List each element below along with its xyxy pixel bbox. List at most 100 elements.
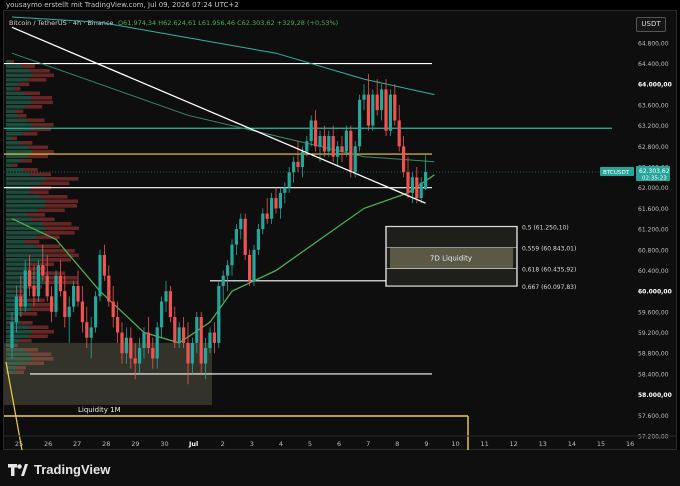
volume-profile-bar [6, 154, 30, 159]
volume-profile-bar [6, 145, 30, 150]
time-tick: 5 [308, 440, 312, 448]
volume-profile-bar [45, 199, 78, 204]
volume-profile-bar [6, 253, 47, 258]
price-tick: 58.800,00 [638, 351, 669, 358]
time-tick: 14 [568, 440, 576, 448]
volume-profile-bar [6, 159, 21, 163]
volume-profile-bar [6, 64, 22, 69]
volume-profile-bar [6, 334, 30, 339]
volume-profile-bar [20, 159, 32, 163]
time-tick: 3 [250, 440, 254, 448]
candle-body [32, 285, 36, 297]
candle-body [120, 332, 124, 354]
candle-body [19, 296, 23, 307]
ema-teal-line [11, 16, 435, 96]
volume-profile-bar [29, 334, 48, 339]
candle-body [230, 244, 234, 266]
candle-body [380, 89, 384, 111]
volume-profile-bar [46, 226, 79, 231]
volume-profile-bar [6, 141, 21, 145]
price-tick: 64.800,00 [638, 40, 669, 47]
candle-body [349, 130, 353, 173]
candle-body [239, 218, 243, 230]
volume-profile-bar [12, 136, 17, 141]
time-tick: 26 [44, 440, 52, 448]
volume-profile-bar [29, 154, 49, 159]
candle-body [415, 177, 419, 199]
price-chart[interactable]: Bitcoin / TetherUS · 4h · Binance O61.974… [0, 0, 680, 450]
candle-body [371, 94, 375, 126]
time-tick: 28 [102, 440, 110, 448]
candle-body [358, 99, 362, 147]
volume-profile-bar [20, 339, 32, 343]
candle-body [384, 89, 388, 131]
currency-button[interactable]: USDT [636, 17, 666, 32]
candle-body [10, 322, 14, 349]
volume-profile-bar [6, 91, 25, 96]
volume-profile-bar [23, 132, 38, 136]
candle-body [300, 151, 304, 168]
volume-profile-bar [6, 325, 30, 330]
volume-profile-bar [38, 208, 65, 213]
volume-profile-bar [6, 96, 32, 100]
fib-label-1: 0,559 (60.843,01) [522, 246, 576, 253]
volume-profile-bar [29, 325, 49, 330]
volume-profile-bar [39, 195, 68, 199]
candle-body [226, 265, 230, 276]
time-tick: 9 [424, 440, 428, 448]
candle-body [331, 135, 335, 157]
candle-body [94, 296, 98, 328]
candle-body [318, 135, 322, 147]
volume-profile-bar [32, 330, 54, 334]
time-tick: 7 [366, 440, 370, 448]
candle-body [388, 94, 392, 131]
volume-profile-bar [30, 69, 50, 73]
price-tick: 64.400,00 [638, 61, 669, 68]
candle-body [243, 218, 247, 255]
volume-profile-bar [6, 244, 36, 249]
candle-body [67, 306, 71, 318]
candle-body [89, 327, 93, 338]
candle-body [270, 198, 274, 219]
symbol-tag: BTCUSDT [603, 170, 630, 176]
candle-body [292, 161, 296, 173]
volume-profile-bar [29, 145, 49, 150]
candle-body [72, 285, 76, 307]
candle-body [58, 275, 62, 292]
volume-profile-bar [6, 136, 13, 141]
volume-profile-bar [18, 82, 30, 87]
candle-body [305, 141, 309, 152]
price-tick: 59.200,00 [638, 330, 669, 337]
candle-body [164, 291, 168, 302]
volume-profile-bar [6, 208, 39, 213]
time-tick: 4 [279, 440, 283, 448]
candle-body [314, 120, 318, 147]
candle-body [124, 337, 128, 354]
volume-profile-bar [27, 118, 45, 123]
candle-body [256, 229, 260, 250]
volume-profile-bar [24, 91, 41, 96]
volume-profile-bar [27, 213, 45, 217]
price-tick: 63.600,00 [638, 102, 669, 109]
candle-body [23, 270, 27, 307]
candle-body [424, 171, 428, 190]
candle-body [50, 296, 54, 312]
candle-body [261, 213, 265, 230]
volume-profile-bar [40, 181, 70, 186]
volume-profile-bar [6, 82, 19, 87]
volume-profile-bar [35, 244, 61, 249]
price-tick: 60.800,00 [638, 247, 669, 254]
volume-profile-bar [31, 100, 53, 105]
candle-body [28, 270, 32, 286]
volume-profile-bar [6, 267, 28, 271]
time-tick: 29 [131, 440, 139, 448]
volume-profile-bar [25, 105, 43, 109]
volume-profile-bar [6, 249, 44, 253]
candle-body [252, 249, 256, 281]
tradingview-logo[interactable]: TradingView [8, 462, 110, 477]
volume-profile-bar [24, 240, 40, 244]
volume-profile-bar [27, 298, 45, 303]
volume-profile-bar [43, 249, 75, 253]
candle-body [190, 342, 194, 364]
candle-body [248, 254, 252, 281]
